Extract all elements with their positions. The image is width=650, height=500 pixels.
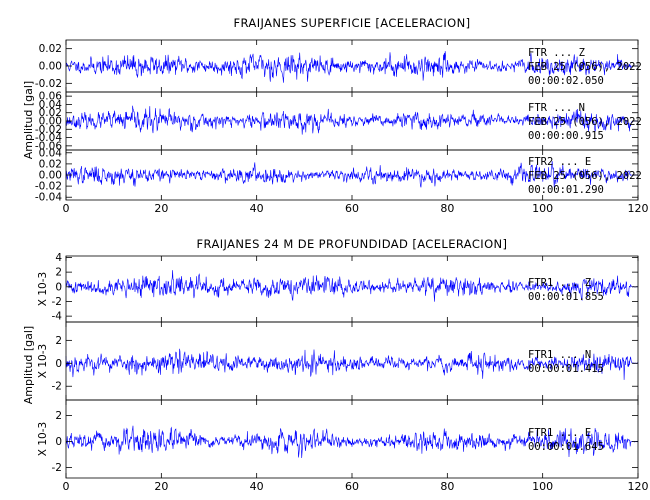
- trace-annotation: FEB 25 (056), 2022: [528, 170, 642, 182]
- x-tick-label: 100: [532, 202, 553, 215]
- y-tick-label: 2: [55, 267, 62, 279]
- y-axis-label: Amplitud [gal]: [22, 326, 35, 404]
- x-tick-label: 80: [440, 480, 454, 493]
- scale-label: X 10-3: [37, 344, 49, 378]
- trace-annotation: 00:00:01.415: [528, 363, 604, 375]
- x-tick-label: 120: [628, 202, 649, 215]
- seismogram-figure: FRAIJANES SUPERFICIE [ACELERACION] Amplit…: [22, 16, 649, 493]
- x-tick-label: 120: [628, 480, 649, 493]
- y-tick-label: 4: [55, 252, 62, 264]
- x-tick-label: 60: [345, 480, 359, 493]
- y-tick-label: -0.04: [35, 192, 62, 204]
- trace-annotation: FEB 25 (056), 2022: [528, 61, 642, 73]
- trace-annotation: FTR ... Z: [528, 47, 585, 59]
- x-tick-label: 20: [154, 202, 168, 215]
- scale-label: X 10-3: [37, 272, 49, 306]
- y-tick-label: 0.02: [39, 43, 62, 55]
- y-tick-label: 0.00: [39, 61, 62, 73]
- y-tick-label: 0: [55, 281, 62, 293]
- trace-annotation: FTR1 ... E: [528, 427, 591, 439]
- trace-annotation: FEB 25 (056), 2022: [528, 116, 642, 128]
- x-tick-label: 0: [63, 480, 70, 493]
- trace-annotation: FTR1 ... Z: [528, 277, 591, 289]
- scale-label: X 10-3: [37, 422, 49, 456]
- y-tick-label: 0: [55, 436, 62, 448]
- panel-frame: [65, 399, 639, 479]
- y-tick-label: -0.02: [35, 78, 62, 90]
- y-tick-label: 2: [55, 410, 62, 422]
- y-tick-label: 2: [55, 335, 62, 347]
- y-tick-label: 0: [55, 358, 62, 370]
- trace-annotation: 00:00:01.290: [528, 184, 604, 196]
- x-tick-label: 20: [154, 480, 168, 493]
- chart-title: FRAIJANES SUPERFICIE [ACELERACION]: [233, 16, 470, 30]
- trace-annotation: 00:00:01.855: [528, 291, 604, 303]
- y-tick-label: -2: [52, 296, 62, 308]
- x-tick-label: 100: [532, 480, 553, 493]
- trace-annotation: FTR ... N: [528, 102, 585, 114]
- y-tick-label: -4: [52, 311, 63, 323]
- x-tick-label: 0: [63, 202, 70, 215]
- y-tick-label: -2: [52, 462, 62, 474]
- y-tick-label: -2: [52, 381, 62, 393]
- trace-annotation: FTR2 ... E: [528, 156, 591, 168]
- x-tick-label: 40: [250, 202, 264, 215]
- x-tick-label: 40: [250, 480, 264, 493]
- y-axis-label: Amplitud [gal]: [22, 81, 35, 159]
- trace-annotation: 00:00:02.050: [528, 75, 604, 87]
- trace-annotation: FTR1 ... N: [528, 349, 591, 361]
- trace-annotation: 00:00:01.645: [528, 441, 604, 453]
- chart-title: FRAIJANES 24 M DE PROFUNDIDAD [ACELERACI…: [197, 237, 508, 251]
- trace-annotation: 00:00:00.915: [528, 130, 604, 142]
- x-tick-label: 80: [440, 202, 454, 215]
- x-tick-label: 60: [345, 202, 359, 215]
